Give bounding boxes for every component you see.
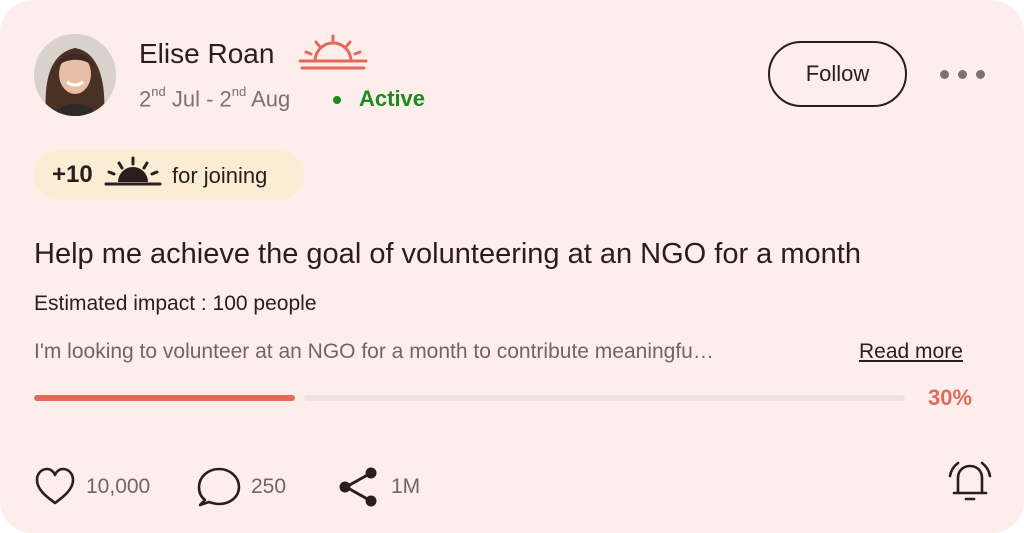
goal-title[interactable]: Help me achieve the goal of volunteering… xyxy=(34,238,861,271)
share-stat[interactable]: 1M xyxy=(337,466,420,508)
reward-label: for joining xyxy=(172,163,268,188)
comment-stat[interactable]: 250 xyxy=(197,466,286,508)
status-text: Active xyxy=(359,86,426,111)
progress-track xyxy=(304,395,905,401)
date-range: 2nd Jul - 2nd Aug xyxy=(139,84,291,112)
goal-card: Elise Roan 2nd Jul - 2nd Aug Active Foll… xyxy=(0,0,1024,533)
avatar[interactable] xyxy=(34,34,116,116)
progress-percent: 30% xyxy=(928,385,973,410)
reward-points: +10 xyxy=(52,161,93,188)
sunrise-icon xyxy=(298,34,368,70)
comment-count: 250 xyxy=(251,475,287,498)
progress-bar xyxy=(34,395,905,401)
read-more-link[interactable]: Read more xyxy=(859,340,963,364)
goal-description: I'm looking to volunteer at an NGO for a… xyxy=(34,340,714,363)
estimated-impact: Estimated impact : 100 people xyxy=(34,292,317,315)
share-count: 1M xyxy=(391,475,421,498)
more-horizontal-icon[interactable] xyxy=(940,66,992,82)
share-icon[interactable] xyxy=(337,466,381,508)
follow-button[interactable]: Follow xyxy=(768,41,907,107)
reward-badge: +10 for joining xyxy=(34,150,304,200)
sunrise-icon xyxy=(104,156,162,186)
comment-icon[interactable] xyxy=(197,466,241,508)
status-dot xyxy=(333,96,341,104)
like-stat[interactable]: 10,000 xyxy=(34,466,150,508)
user-name[interactable]: Elise Roan xyxy=(139,38,274,70)
bell-icon[interactable] xyxy=(946,458,994,504)
like-count: 10,000 xyxy=(86,475,151,498)
heart-icon[interactable] xyxy=(34,466,76,508)
progress-fill xyxy=(34,395,295,401)
